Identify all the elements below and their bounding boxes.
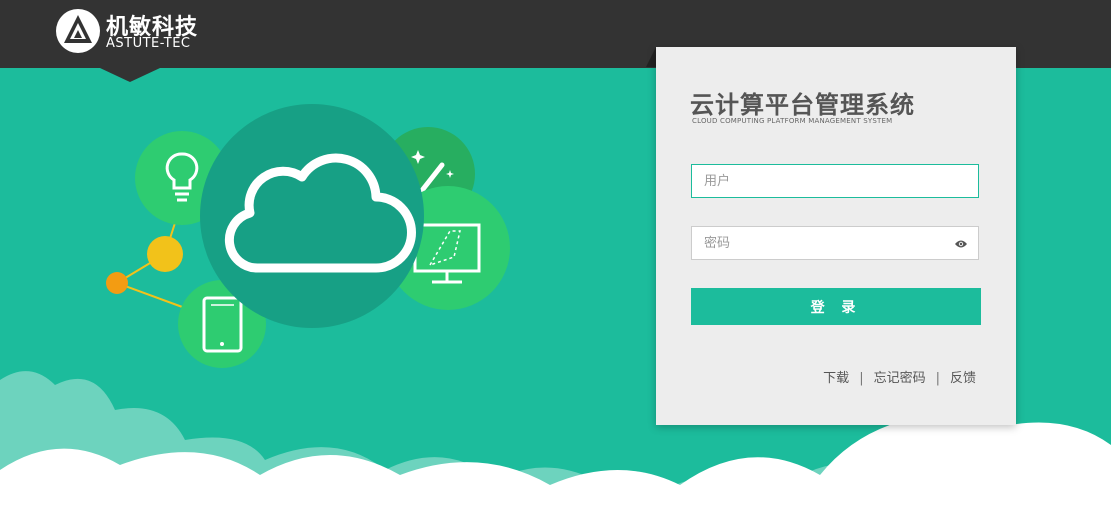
username-field[interactable] <box>691 164 979 198</box>
system-subtitle: CLOUD COMPUTING PLATFORM MANAGEMENT SYST… <box>692 117 893 125</box>
username-input[interactable] <box>692 165 978 197</box>
download-link[interactable]: 下载 <box>823 371 849 386</box>
cloud-icon <box>200 104 424 328</box>
system-title: 云计算平台管理系统 <box>690 91 915 119</box>
cloud-illustration <box>106 104 510 368</box>
eye-icon[interactable] <box>954 238 968 250</box>
card-corner-shadow <box>646 47 656 67</box>
logo-text-en: ASTUTE-TEC <box>106 36 191 51</box>
footer-links: 下载 | 忘记密码 | 反馈 <box>823 367 976 386</box>
login-card: 云计算平台管理系统 CLOUD COMPUTING PLATFORM MANAG… <box>656 47 1016 425</box>
password-field[interactable] <box>691 226 979 260</box>
link-separator: | <box>935 371 940 386</box>
password-input[interactable] <box>692 227 978 259</box>
forgot-password-link[interactable]: 忘记密码 <box>874 371 926 386</box>
company-logo[interactable]: 机敏科技 ASTUTE-TEC <box>54 7 214 57</box>
link-separator: | <box>859 371 864 386</box>
feedback-link[interactable]: 反馈 <box>950 371 976 386</box>
logo-icon <box>56 9 100 53</box>
login-button[interactable]: 登 录 <box>691 288 981 325</box>
